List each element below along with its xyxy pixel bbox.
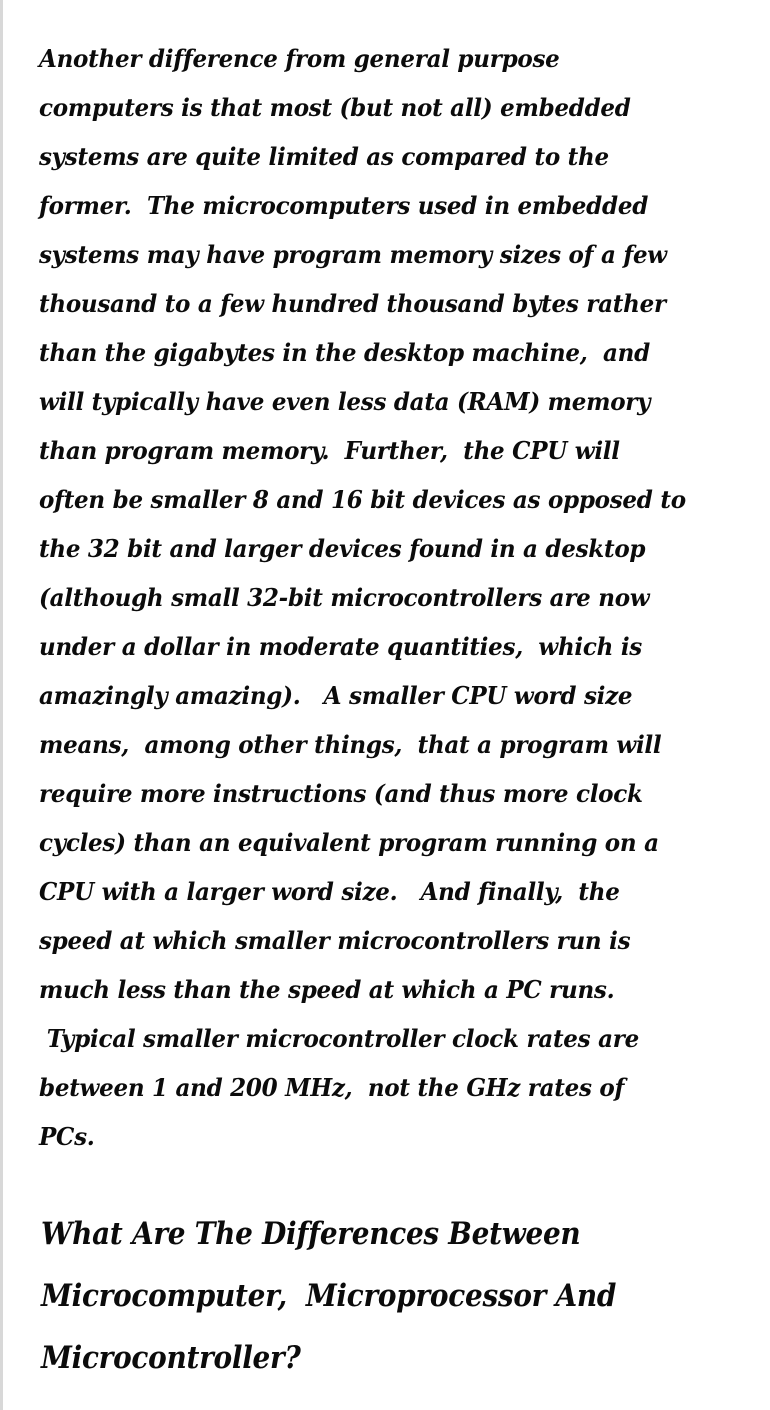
paragraph-line: often be smaller 8 and 16 bit devices as… <box>39 485 686 514</box>
paragraph-line: under a dollar in moderate quantities, w… <box>39 632 642 661</box>
paragraph-line: the 32 bit and larger devices found in a… <box>39 534 646 563</box>
heading-line: Microcomputer, Microprocessor And <box>41 1278 617 1314</box>
heading-line: What Are The Differences Between <box>41 1216 581 1252</box>
paragraph-line: between 1 and 200 MHz, not the GHz rates… <box>39 1073 625 1102</box>
paragraph-line: systems are quite limited as compared to… <box>39 142 609 171</box>
paragraph-line: (although small 32-bit microcontrollers … <box>39 583 650 612</box>
paragraph-line: computers is that most (but not all) emb… <box>39 93 631 122</box>
heading-line: Microcontroller? <box>41 1340 301 1376</box>
paragraph-line: cycles) than an equivalent program runni… <box>39 828 659 857</box>
paragraph-line: means, among other things, that a progra… <box>39 730 662 759</box>
article-page: Another difference from general purpose … <box>0 0 770 1410</box>
paragraph-line: Typical smaller microcontroller clock ra… <box>39 1024 640 1053</box>
paragraph-line: than the gigabytes in the desktop machin… <box>39 338 650 367</box>
paragraph-line: will typically have even less data (RAM)… <box>39 387 651 416</box>
paragraph-line: Another difference from general purpose <box>39 44 560 73</box>
paragraph-line: systems may have program memory sizes of… <box>39 240 667 269</box>
paragraph-line: CPU with a larger word size. And finally… <box>39 877 620 906</box>
paragraph-line: than program memory. Further, the CPU wi… <box>39 436 620 465</box>
paragraph-line: much less than the speed at which a PC r… <box>39 975 615 1004</box>
paragraph-line: former. The microcomputers used in embed… <box>39 191 649 220</box>
paragraph-line: PCs. <box>39 1122 95 1151</box>
paragraph-line: require more instructions (and thus more… <box>39 779 643 808</box>
paragraph-line: thousand to a few hundred thousand bytes… <box>39 289 666 318</box>
body-paragraph: Another difference from general purpose … <box>39 34 759 1161</box>
paragraph-line: amazingly amazing). A smaller CPU word s… <box>39 681 633 710</box>
paragraph-line: speed at which smaller microcontrollers … <box>39 926 631 955</box>
section-heading: What Are The Differences Between Microco… <box>41 1203 761 1389</box>
